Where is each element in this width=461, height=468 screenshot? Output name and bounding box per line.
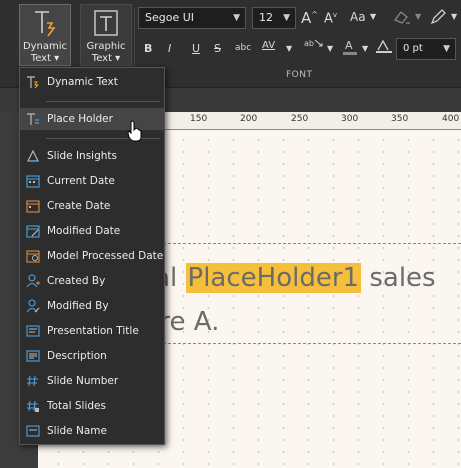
menu-item-label: Modified By <box>47 300 109 312</box>
placeholder-token[interactable]: PlaceHolder1 <box>185 263 362 293</box>
calendar-processed-icon <box>26 250 40 263</box>
ruler-label: 200 <box>240 114 258 124</box>
menu-item-model-processed-date[interactable]: Model Processed Date <box>20 245 164 267</box>
slide-number-icon <box>27 375 38 387</box>
font-size-value: 12 <box>259 11 273 24</box>
graphic-text-label-2: Text ▾ <box>91 53 121 64</box>
menu-separator <box>46 101 160 102</box>
menu-item-label: Create Date <box>47 200 111 212</box>
menu-item-label: Slide Name <box>47 425 107 437</box>
strikethrough-button[interactable]: S <box>214 42 221 55</box>
menu-item-slide-number[interactable]: Slide Number <box>20 370 164 392</box>
menu-item-modified-date[interactable]: Modified Date <box>20 220 164 242</box>
spacing-input[interactable]: 0 pt ▼ <box>396 38 456 60</box>
underline-button[interactable]: U <box>192 42 200 55</box>
placeholder-icon <box>27 113 39 125</box>
description-icon <box>26 350 40 362</box>
text-effects-icon[interactable]: ab <box>302 36 326 56</box>
presentation-title-icon <box>26 325 40 337</box>
spacing-value: 0 pt <box>403 43 423 54</box>
menu-item-label: Modified Date <box>47 225 121 237</box>
slide-insights-icon <box>27 149 39 162</box>
dynamic-text-label-1: Dynamic <box>22 41 68 52</box>
menu-item-label: Slide Insights <box>47 150 118 162</box>
bold-button[interactable]: B <box>144 42 152 55</box>
chevron-down-icon: ▼ <box>283 13 290 23</box>
menu-item-label: Current Date <box>47 175 115 187</box>
app-window: Dynamic Text ▾ Graphic Text ▾ Segoe UI ▼… <box>0 0 461 468</box>
chevron-down-icon: ▼ <box>362 44 369 53</box>
ruler-label: 300 <box>341 114 359 124</box>
ruler-label: 150 <box>190 114 208 124</box>
dynamic-text-button[interactable]: Dynamic Text ▾ <box>19 4 71 66</box>
chevron-down-icon: ▼ <box>286 44 293 53</box>
font-name-select[interactable]: Segoe UI ▼ <box>138 7 246 29</box>
chevron-down-icon: ▼ <box>443 44 450 54</box>
change-case-button[interactable]: Aa <box>350 10 366 24</box>
pen-icon[interactable] <box>428 7 448 27</box>
graphic-text-label-1: Graphic <box>86 41 126 52</box>
grow-font-icon[interactable]: A^ <box>301 9 318 27</box>
menu-item-label: Slide Number <box>47 375 119 387</box>
graphic-text-button[interactable]: Graphic Text ▾ <box>80 4 132 66</box>
highlight-color-icon[interactable] <box>375 38 393 54</box>
user-created-icon <box>26 274 40 288</box>
font-color-icon[interactable]: A <box>342 38 358 56</box>
small-caps-button[interactable]: abc <box>235 43 251 53</box>
menu-item-slide-name[interactable]: Slide Name <box>20 420 164 442</box>
horizontal-ruler: 150 200 250 300 350 400 <box>160 112 461 130</box>
shrink-font-icon[interactable]: Av <box>324 11 337 26</box>
calendar-modified-icon <box>26 225 40 238</box>
dynamic-text-label-2: Text ▾ <box>30 53 60 64</box>
slide-text-line-1[interactable]: otal PlaceHolder1 sales <box>128 262 436 294</box>
dynamic-text-icon <box>35 11 56 37</box>
dynamic-text-menu: Dynamic Text Place Holder Slide Insights… <box>19 67 165 445</box>
font-name-value: Segoe UI <box>145 11 195 24</box>
font-size-select[interactable]: 12 ▼ <box>252 7 296 29</box>
svg-text:ab: ab <box>304 39 314 48</box>
menu-item-dynamic-text[interactable]: Dynamic Text <box>20 71 164 93</box>
ruler-label: 350 <box>391 114 409 124</box>
user-modified-icon <box>26 299 40 313</box>
menu-item-label: Dynamic Text <box>47 76 118 88</box>
text-after: sales <box>361 263 436 293</box>
calendar-icon <box>26 175 40 188</box>
chevron-down-icon: ▼ <box>370 12 377 21</box>
menu-item-slide-insights[interactable]: Slide Insights <box>20 145 164 167</box>
menu-item-current-date[interactable]: Current Date <box>20 170 164 192</box>
menu-item-description[interactable]: Description <box>20 345 164 367</box>
calendar-create-icon <box>26 200 40 213</box>
menu-item-total-slides[interactable]: Total Slides <box>20 395 164 417</box>
hand-cursor-icon <box>127 120 142 142</box>
menu-item-label: Created By <box>47 275 106 287</box>
total-slides-icon <box>27 400 39 412</box>
chevron-down-icon: ▼ <box>327 44 334 53</box>
menu-item-label: Total Slides <box>47 400 106 412</box>
chevron-down-icon: ▼ <box>233 13 240 23</box>
chevron-down-icon: ▼ <box>415 12 422 21</box>
svg-text:A: A <box>345 39 353 52</box>
ruler-label: 250 <box>291 114 309 124</box>
menu-item-label: Place Holder <box>47 113 113 125</box>
menu-item-presentation-title[interactable]: Presentation Title <box>20 320 164 342</box>
slide-name-icon <box>26 425 40 437</box>
clear-format-icon[interactable] <box>392 8 412 26</box>
menu-item-create-date[interactable]: Create Date <box>20 195 164 217</box>
menu-item-label: Model Processed Date <box>47 250 164 262</box>
char-spacing-button[interactable]: AV <box>262 40 275 51</box>
font-group-label: FONT <box>286 70 313 80</box>
menu-item-modified-by[interactable]: Modified By <box>20 295 164 317</box>
ruler-label: 400 <box>442 114 460 124</box>
dynamic-text-icon <box>27 76 40 89</box>
italic-button[interactable]: I <box>168 42 171 55</box>
graphic-text-icon <box>94 10 118 36</box>
menu-item-label: Presentation Title <box>47 325 139 337</box>
chevron-down-icon: ▼ <box>451 12 458 21</box>
menu-item-created-by[interactable]: Created By <box>20 270 164 292</box>
menu-item-label: Description <box>47 350 107 362</box>
